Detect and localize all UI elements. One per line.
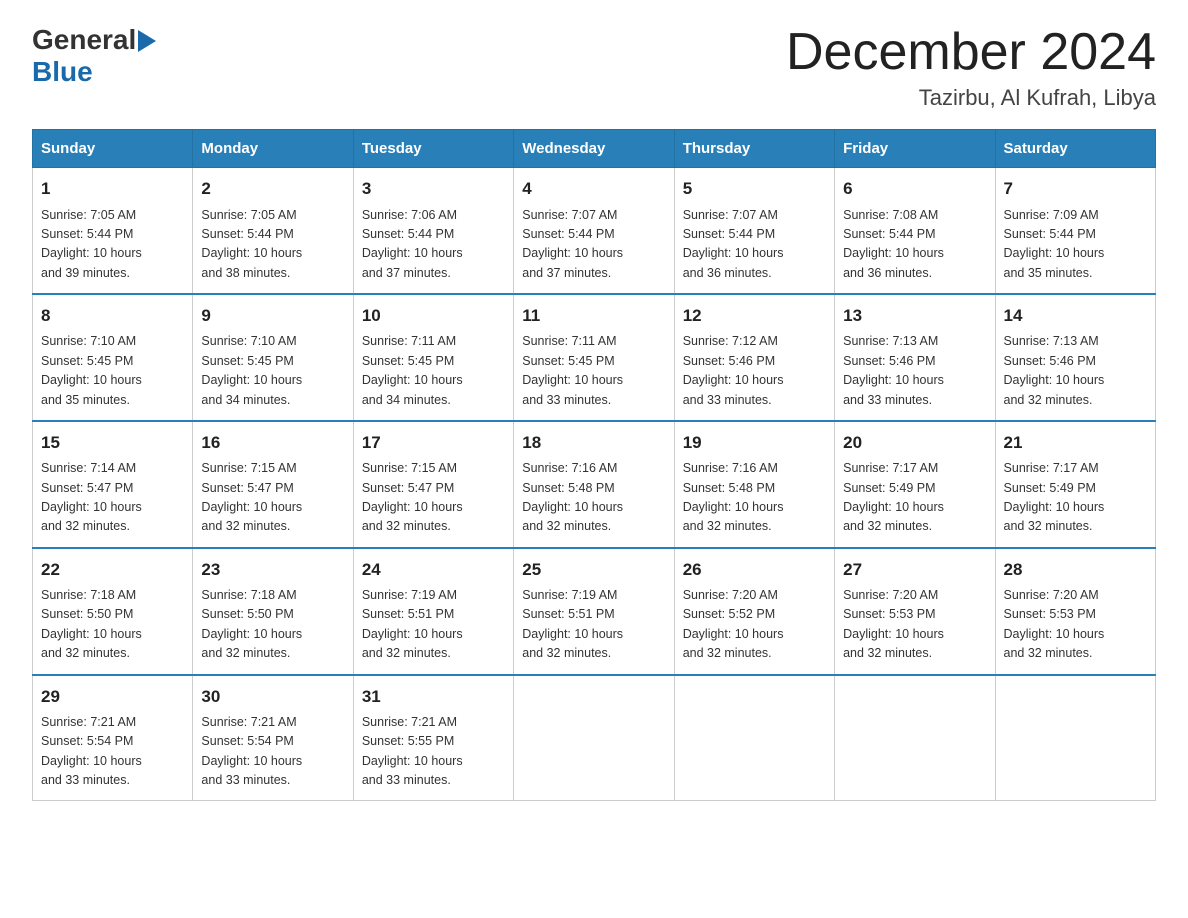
- calendar-cell: 12Sunrise: 7:12 AMSunset: 5:46 PMDayligh…: [674, 294, 834, 421]
- logo-blue-text: Blue: [32, 56, 93, 88]
- day-number: 29: [41, 684, 184, 710]
- calendar-cell: 13Sunrise: 7:13 AMSunset: 5:46 PMDayligh…: [835, 294, 995, 421]
- header-wednesday: Wednesday: [514, 130, 674, 168]
- calendar-cell: 2Sunrise: 7:05 AMSunset: 5:44 PMDaylight…: [193, 168, 353, 294]
- day-number: 12: [683, 303, 826, 329]
- day-number: 18: [522, 430, 665, 456]
- day-number: 17: [362, 430, 505, 456]
- calendar-cell: 9Sunrise: 7:10 AMSunset: 5:45 PMDaylight…: [193, 294, 353, 421]
- calendar-cell: 7Sunrise: 7:09 AMSunset: 5:44 PMDaylight…: [995, 168, 1155, 294]
- calendar-cell: 6Sunrise: 7:08 AMSunset: 5:44 PMDaylight…: [835, 168, 995, 294]
- calendar-cell: [674, 675, 834, 801]
- day-number: 16: [201, 430, 344, 456]
- logo: General Blue: [32, 24, 156, 88]
- day-number: 2: [201, 176, 344, 202]
- calendar-cell: 31Sunrise: 7:21 AMSunset: 5:55 PMDayligh…: [353, 675, 513, 801]
- day-number: 14: [1004, 303, 1147, 329]
- header-thursday: Thursday: [674, 130, 834, 168]
- calendar-cell: 1Sunrise: 7:05 AMSunset: 5:44 PMDaylight…: [33, 168, 193, 294]
- header-saturday: Saturday: [995, 130, 1155, 168]
- logo-general-text: General: [32, 24, 136, 56]
- day-number: 23: [201, 557, 344, 583]
- calendar-cell: 15Sunrise: 7:14 AMSunset: 5:47 PMDayligh…: [33, 421, 193, 548]
- calendar-cell: 25Sunrise: 7:19 AMSunset: 5:51 PMDayligh…: [514, 548, 674, 675]
- day-number: 21: [1004, 430, 1147, 456]
- day-number: 1: [41, 176, 184, 202]
- day-number: 9: [201, 303, 344, 329]
- calendar-cell: 5Sunrise: 7:07 AMSunset: 5:44 PMDaylight…: [674, 168, 834, 294]
- calendar-cell: 28Sunrise: 7:20 AMSunset: 5:53 PMDayligh…: [995, 548, 1155, 675]
- calendar-cell: [835, 675, 995, 801]
- day-number: 11: [522, 303, 665, 329]
- calendar-cell: 11Sunrise: 7:11 AMSunset: 5:45 PMDayligh…: [514, 294, 674, 421]
- week-row-1: 1Sunrise: 7:05 AMSunset: 5:44 PMDaylight…: [33, 168, 1156, 294]
- day-number: 4: [522, 176, 665, 202]
- calendar-cell: 4Sunrise: 7:07 AMSunset: 5:44 PMDaylight…: [514, 168, 674, 294]
- calendar-cell: 30Sunrise: 7:21 AMSunset: 5:54 PMDayligh…: [193, 675, 353, 801]
- day-number: 5: [683, 176, 826, 202]
- day-number: 6: [843, 176, 986, 202]
- day-number: 15: [41, 430, 184, 456]
- calendar-cell: 10Sunrise: 7:11 AMSunset: 5:45 PMDayligh…: [353, 294, 513, 421]
- calendar-cell: 17Sunrise: 7:15 AMSunset: 5:47 PMDayligh…: [353, 421, 513, 548]
- header-sunday: Sunday: [33, 130, 193, 168]
- page-header: General Blue December 2024 Tazirbu, Al K…: [32, 24, 1156, 111]
- week-row-4: 22Sunrise: 7:18 AMSunset: 5:50 PMDayligh…: [33, 548, 1156, 675]
- day-number: 26: [683, 557, 826, 583]
- calendar-cell: 26Sunrise: 7:20 AMSunset: 5:52 PMDayligh…: [674, 548, 834, 675]
- title-block: December 2024 Tazirbu, Al Kufrah, Libya: [786, 24, 1156, 111]
- day-number: 20: [843, 430, 986, 456]
- calendar-cell: 19Sunrise: 7:16 AMSunset: 5:48 PMDayligh…: [674, 421, 834, 548]
- day-number: 13: [843, 303, 986, 329]
- page-title: December 2024: [786, 24, 1156, 81]
- calendar-cell: 14Sunrise: 7:13 AMSunset: 5:46 PMDayligh…: [995, 294, 1155, 421]
- day-number: 7: [1004, 176, 1147, 202]
- week-row-5: 29Sunrise: 7:21 AMSunset: 5:54 PMDayligh…: [33, 675, 1156, 801]
- calendar-cell: 24Sunrise: 7:19 AMSunset: 5:51 PMDayligh…: [353, 548, 513, 675]
- calendar-table: SundayMondayTuesdayWednesdayThursdayFrid…: [32, 129, 1156, 801]
- calendar-cell: 23Sunrise: 7:18 AMSunset: 5:50 PMDayligh…: [193, 548, 353, 675]
- header-monday: Monday: [193, 130, 353, 168]
- calendar-cell: 20Sunrise: 7:17 AMSunset: 5:49 PMDayligh…: [835, 421, 995, 548]
- day-number: 25: [522, 557, 665, 583]
- day-number: 27: [843, 557, 986, 583]
- calendar-cell: 27Sunrise: 7:20 AMSunset: 5:53 PMDayligh…: [835, 548, 995, 675]
- header-tuesday: Tuesday: [353, 130, 513, 168]
- day-number: 3: [362, 176, 505, 202]
- calendar-cell: [514, 675, 674, 801]
- day-number: 30: [201, 684, 344, 710]
- header-friday: Friday: [835, 130, 995, 168]
- day-number: 28: [1004, 557, 1147, 583]
- week-row-2: 8Sunrise: 7:10 AMSunset: 5:45 PMDaylight…: [33, 294, 1156, 421]
- calendar-cell: 16Sunrise: 7:15 AMSunset: 5:47 PMDayligh…: [193, 421, 353, 548]
- calendar-cell: 21Sunrise: 7:17 AMSunset: 5:49 PMDayligh…: [995, 421, 1155, 548]
- calendar-cell: 18Sunrise: 7:16 AMSunset: 5:48 PMDayligh…: [514, 421, 674, 548]
- calendar-cell: 22Sunrise: 7:18 AMSunset: 5:50 PMDayligh…: [33, 548, 193, 675]
- week-row-3: 15Sunrise: 7:14 AMSunset: 5:47 PMDayligh…: [33, 421, 1156, 548]
- day-number: 24: [362, 557, 505, 583]
- day-number: 8: [41, 303, 184, 329]
- calendar-cell: 3Sunrise: 7:06 AMSunset: 5:44 PMDaylight…: [353, 168, 513, 294]
- day-number: 31: [362, 684, 505, 710]
- calendar-cell: 29Sunrise: 7:21 AMSunset: 5:54 PMDayligh…: [33, 675, 193, 801]
- calendar-header-row: SundayMondayTuesdayWednesdayThursdayFrid…: [33, 130, 1156, 168]
- day-number: 22: [41, 557, 184, 583]
- calendar-cell: [995, 675, 1155, 801]
- page-subtitle: Tazirbu, Al Kufrah, Libya: [786, 85, 1156, 111]
- day-number: 10: [362, 303, 505, 329]
- day-number: 19: [683, 430, 826, 456]
- logo-arrow-icon: [138, 30, 156, 52]
- calendar-cell: 8Sunrise: 7:10 AMSunset: 5:45 PMDaylight…: [33, 294, 193, 421]
